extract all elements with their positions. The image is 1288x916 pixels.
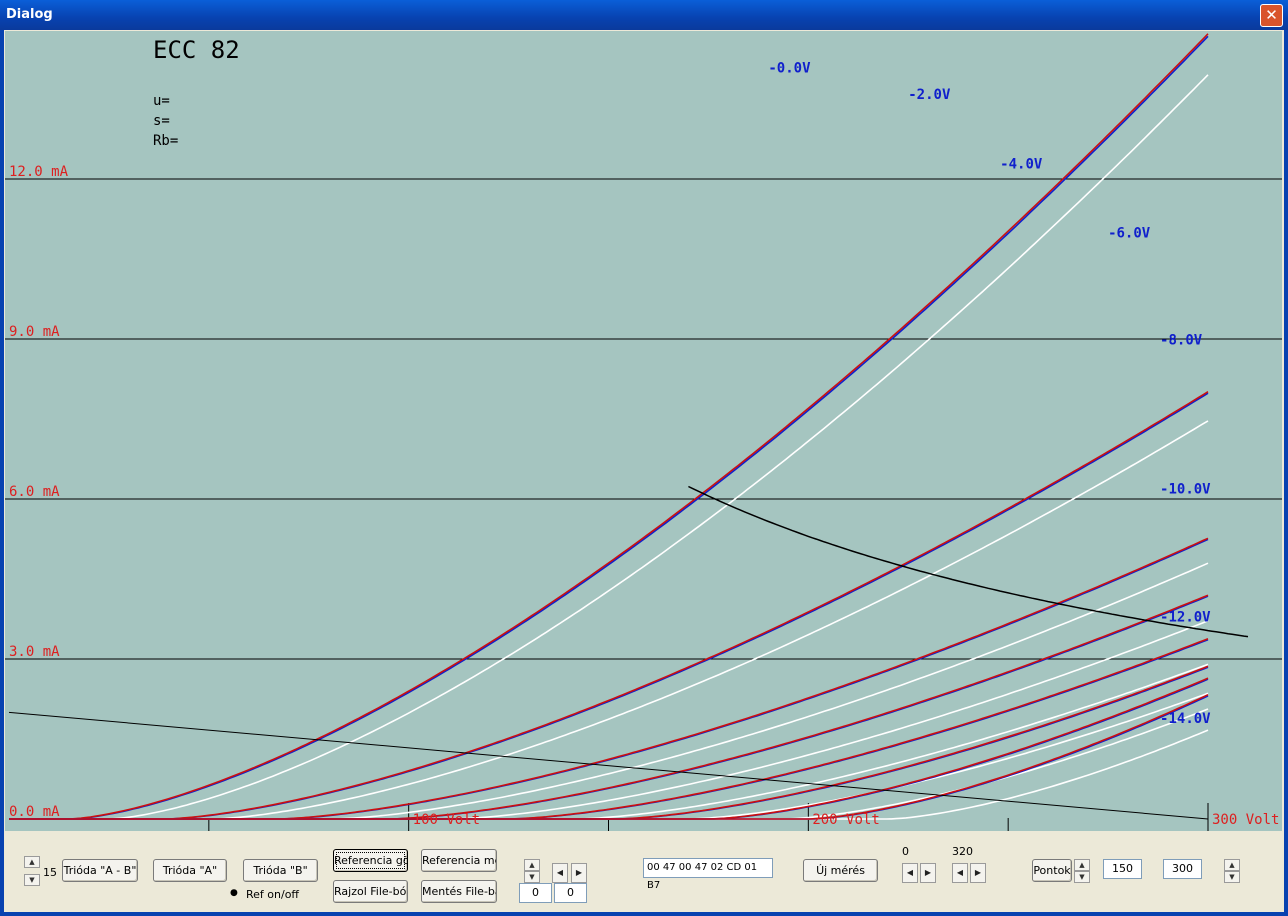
mentes-file-button[interactable]: Mentés File-ba (421, 880, 497, 903)
window-frame-left (0, 30, 4, 916)
ref-radio[interactable]: ● (230, 888, 238, 898)
uj-meres-button[interactable]: Új mérés (803, 859, 878, 882)
max-left-arrow[interactable]: ◀ (952, 863, 968, 883)
window-frame-right (1284, 30, 1288, 916)
referencia-mentes-button[interactable]: Referencia mentés (421, 849, 497, 872)
trioda-b-button[interactable]: Trióda "B" (243, 859, 318, 882)
count-value: 15 (43, 866, 57, 879)
title-bar: Dialog ✕ (0, 0, 1288, 30)
offset-field-b[interactable]: 0 (554, 883, 587, 903)
info-label: Rb= (153, 133, 178, 149)
y-tick-label: 3.0 mA (9, 644, 60, 660)
pontok-spin-up[interactable]: ▲ (1074, 859, 1090, 871)
offset-field-a[interactable]: 0 (519, 883, 552, 903)
curve-label: -6.0V (1108, 226, 1151, 242)
pontok-button[interactable]: Pontok (1032, 859, 1072, 882)
ref-onoff-label: Ref on/off (246, 888, 300, 901)
referencia-gorbe-button[interactable]: Referencia görbe (333, 849, 408, 872)
min-right-arrow[interactable]: ▶ (920, 863, 936, 883)
rajzol-file-button[interactable]: Rajzol File-ból (333, 880, 408, 903)
x-tick-label: 200 Volt (812, 812, 879, 828)
volt-spin-down[interactable]: ▼ (1224, 871, 1240, 883)
window-title: Dialog (6, 7, 53, 22)
pontok-value-field[interactable]: 150 (1103, 859, 1142, 879)
window-frame-bottom (0, 912, 1288, 916)
x-tick-label: 100 Volt (413, 812, 480, 828)
offset-spin-up[interactable]: ▲ (524, 859, 540, 871)
count-spin-up[interactable]: ▲ (24, 856, 40, 868)
trioda-a-button[interactable]: Trióda "A" (153, 859, 227, 882)
range-min-label: 0 (902, 845, 909, 858)
curve-label: -10.0V (1160, 482, 1211, 498)
y-tick-label: 12.0 mA (9, 164, 69, 180)
curve-label: -14.0V (1160, 711, 1211, 727)
y-tick-label: 9.0 mA (9, 324, 60, 340)
curve-label: -8.0V (1160, 332, 1203, 348)
characteristic-plot: 0.0 mA 3.0 mA 6.0 mA 9.0 mA 12.0 mA 100 Volt 2… (5, 31, 1282, 831)
x-tick-label: 300 Volt (1212, 812, 1279, 828)
tube-title: ECC 82 (153, 36, 240, 64)
offset-spin-down[interactable]: ▼ (524, 871, 540, 883)
info-label: u= (153, 93, 170, 109)
min-left-arrow[interactable]: ◀ (902, 863, 918, 883)
range-max-label: 320 (952, 845, 973, 858)
hex-data-field[interactable]: 00 47 00 47 02 CD 01 B7 (643, 858, 773, 891)
close-button[interactable]: ✕ (1260, 4, 1283, 27)
max-volt-field[interactable]: 300 (1163, 859, 1202, 879)
info-label: s= (153, 113, 170, 129)
offset-right-arrow[interactable]: ▶ (571, 863, 587, 883)
trioda-ab-button[interactable]: Trióda "A - B" (62, 859, 138, 882)
volt-spin-up[interactable]: ▲ (1224, 859, 1240, 871)
max-right-arrow[interactable]: ▶ (970, 863, 986, 883)
curve-label: -2.0V (908, 87, 951, 103)
curve-label: -0.0V (768, 60, 811, 76)
y-tick-label: 0.0 mA (9, 804, 60, 820)
curve-label: -12.0V (1160, 610, 1211, 626)
y-tick-label: 6.0 mA (9, 484, 60, 500)
offset-left-arrow[interactable]: ◀ (552, 863, 568, 883)
curve-label: -4.0V (1000, 156, 1043, 172)
pontok-spin-down[interactable]: ▼ (1074, 871, 1090, 883)
count-spin-down[interactable]: ▼ (24, 874, 40, 886)
